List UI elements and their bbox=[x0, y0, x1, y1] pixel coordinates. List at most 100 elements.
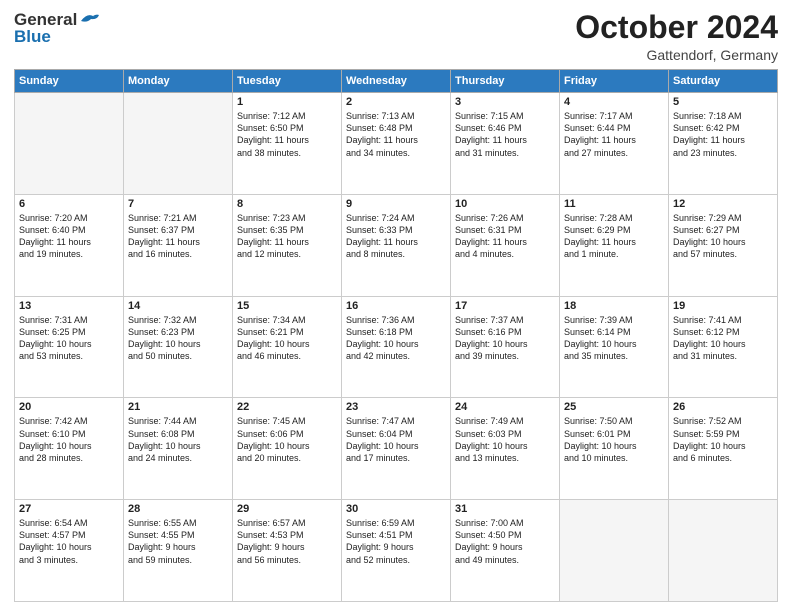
day-header-saturday: Saturday bbox=[669, 70, 778, 93]
day-number: 28 bbox=[128, 503, 228, 515]
day-number: 12 bbox=[673, 198, 773, 210]
logo: General Blue bbox=[14, 10, 101, 47]
day-number: 10 bbox=[455, 198, 555, 210]
cell-info: Sunrise: 6:57 AM Sunset: 4:53 PM Dayligh… bbox=[237, 517, 337, 566]
cell-info: Sunrise: 6:55 AM Sunset: 4:55 PM Dayligh… bbox=[128, 517, 228, 566]
day-number: 25 bbox=[564, 401, 664, 413]
calendar-cell: 31 Sunrise: 7:00 AM Sunset: 4:50 PM Dayli… bbox=[451, 500, 560, 602]
day-number: 31 bbox=[455, 503, 555, 515]
calendar-cell bbox=[669, 500, 778, 602]
day-number: 15 bbox=[237, 300, 337, 312]
day-number: 20 bbox=[19, 401, 119, 413]
day-header-tuesday: Tuesday bbox=[233, 70, 342, 93]
cell-info: Sunrise: 7:00 AM Sunset: 4:50 PM Dayligh… bbox=[455, 517, 555, 566]
day-header-thursday: Thursday bbox=[451, 70, 560, 93]
week-row-1: 1Sunrise: 7:12 AM Sunset: 6:50 PM Daylig… bbox=[15, 93, 778, 195]
cell-info: Sunrise: 7:23 AM Sunset: 6:35 PM Dayligh… bbox=[237, 212, 337, 261]
calendar-cell: 7 Sunrise: 7:21 AM Sunset: 6:37 PM Daylig… bbox=[124, 194, 233, 296]
day-number: 27 bbox=[19, 503, 119, 515]
calendar-header: SundayMondayTuesdayWednesdayThursdayFrid… bbox=[15, 70, 778, 93]
cell-info: Sunrise: 7:31 AM Sunset: 6:25 PM Dayligh… bbox=[19, 314, 119, 363]
cell-info: Sunrise: 6:54 AM Sunset: 4:57 PM Dayligh… bbox=[19, 517, 119, 566]
day-number: 5 bbox=[673, 96, 773, 108]
calendar-cell: 4 Sunrise: 7:17 AM Sunset: 6:44 PM Daylig… bbox=[560, 93, 669, 195]
cell-info: Sunrise: 7:42 AM Sunset: 6:10 PM Dayligh… bbox=[19, 415, 119, 464]
calendar-cell: 5Sunrise: 7:18 AM Sunset: 6:42 PM Daylig… bbox=[669, 93, 778, 195]
calendar-cell: 12 Sunrise: 7:29 AM Sunset: 6:27 PM Dayli… bbox=[669, 194, 778, 296]
cell-info: Sunrise: 7:29 AM Sunset: 6:27 PM Dayligh… bbox=[673, 212, 773, 261]
calendar-cell: 15 Sunrise: 7:34 AM Sunset: 6:21 PM Dayli… bbox=[233, 296, 342, 398]
day-number: 14 bbox=[128, 300, 228, 312]
cell-info: Sunrise: 7:17 AM Sunset: 6:44 PM Dayligh… bbox=[564, 110, 664, 159]
cell-info: Sunrise: 7:39 AM Sunset: 6:14 PM Dayligh… bbox=[564, 314, 664, 363]
day-number: 22 bbox=[237, 401, 337, 413]
day-number: 26 bbox=[673, 401, 773, 413]
day-header-wednesday: Wednesday bbox=[342, 70, 451, 93]
calendar-cell: 14Sunrise: 7:32 AM Sunset: 6:23 PM Dayli… bbox=[124, 296, 233, 398]
day-number: 23 bbox=[346, 401, 446, 413]
day-header-monday: Monday bbox=[124, 70, 233, 93]
calendar-cell: 24 Sunrise: 7:49 AM Sunset: 6:03 PM Dayli… bbox=[451, 398, 560, 500]
calendar-cell: 19 Sunrise: 7:41 AM Sunset: 6:12 PM Dayli… bbox=[669, 296, 778, 398]
calendar-cell: 23 Sunrise: 7:47 AM Sunset: 6:04 PM Dayli… bbox=[342, 398, 451, 500]
cell-info: Sunrise: 7:41 AM Sunset: 6:12 PM Dayligh… bbox=[673, 314, 773, 363]
day-number: 6 bbox=[19, 198, 119, 210]
calendar-cell: 17 Sunrise: 7:37 AM Sunset: 6:16 PM Dayli… bbox=[451, 296, 560, 398]
calendar-cell bbox=[560, 500, 669, 602]
cell-info: Sunrise: 7:20 AM Sunset: 6:40 PM Dayligh… bbox=[19, 212, 119, 261]
day-number: 1 bbox=[237, 96, 337, 108]
cell-info: Sunrise: 7:50 AM Sunset: 6:01 PM Dayligh… bbox=[564, 415, 664, 464]
days-of-week-row: SundayMondayTuesdayWednesdayThursdayFrid… bbox=[15, 70, 778, 93]
calendar-cell: 10 Sunrise: 7:26 AM Sunset: 6:31 PM Dayli… bbox=[451, 194, 560, 296]
calendar-body: 1Sunrise: 7:12 AM Sunset: 6:50 PM Daylig… bbox=[15, 93, 778, 602]
day-number: 9 bbox=[346, 198, 446, 210]
cell-info: Sunrise: 7:52 AM Sunset: 5:59 PM Dayligh… bbox=[673, 415, 773, 464]
cell-info: Sunrise: 7:45 AM Sunset: 6:06 PM Dayligh… bbox=[237, 415, 337, 464]
day-number: 30 bbox=[346, 503, 446, 515]
cell-info: Sunrise: 7:37 AM Sunset: 6:16 PM Dayligh… bbox=[455, 314, 555, 363]
day-number: 8 bbox=[237, 198, 337, 210]
day-number: 13 bbox=[19, 300, 119, 312]
calendar-cell: 2Sunrise: 7:13 AM Sunset: 6:48 PM Daylig… bbox=[342, 93, 451, 195]
day-header-friday: Friday bbox=[560, 70, 669, 93]
cell-info: Sunrise: 7:47 AM Sunset: 6:04 PM Dayligh… bbox=[346, 415, 446, 464]
day-number: 4 bbox=[564, 96, 664, 108]
calendar-cell: 16 Sunrise: 7:36 AM Sunset: 6:18 PM Dayli… bbox=[342, 296, 451, 398]
title-area: October 2024 Gattendorf, Germany bbox=[575, 10, 778, 63]
calendar-cell: 26 Sunrise: 7:52 AM Sunset: 5:59 PM Dayli… bbox=[669, 398, 778, 500]
day-number: 29 bbox=[237, 503, 337, 515]
cell-info: Sunrise: 7:26 AM Sunset: 6:31 PM Dayligh… bbox=[455, 212, 555, 261]
calendar-cell: 1Sunrise: 7:12 AM Sunset: 6:50 PM Daylig… bbox=[233, 93, 342, 195]
calendar-cell: 27 Sunrise: 6:54 AM Sunset: 4:57 PM Dayli… bbox=[15, 500, 124, 602]
cell-info: Sunrise: 7:34 AM Sunset: 6:21 PM Dayligh… bbox=[237, 314, 337, 363]
day-number: 16 bbox=[346, 300, 446, 312]
cell-info: Sunrise: 7:49 AM Sunset: 6:03 PM Dayligh… bbox=[455, 415, 555, 464]
page: General Blue October 2024 Gattendorf, Ge… bbox=[0, 0, 792, 612]
cell-info: Sunrise: 7:15 AM Sunset: 6:46 PM Dayligh… bbox=[455, 110, 555, 159]
day-number: 19 bbox=[673, 300, 773, 312]
cell-info: Sunrise: 7:28 AM Sunset: 6:29 PM Dayligh… bbox=[564, 212, 664, 261]
day-number: 24 bbox=[455, 401, 555, 413]
week-row-5: 27 Sunrise: 6:54 AM Sunset: 4:57 PM Dayli… bbox=[15, 500, 778, 602]
logo-bird-icon bbox=[79, 11, 101, 27]
calendar-cell bbox=[124, 93, 233, 195]
calendar-cell: 3Sunrise: 7:15 AM Sunset: 6:46 PM Daylig… bbox=[451, 93, 560, 195]
week-row-2: 6 Sunrise: 7:20 AM Sunset: 6:40 PM Daylig… bbox=[15, 194, 778, 296]
cell-info: Sunrise: 7:24 AM Sunset: 6:33 PM Dayligh… bbox=[346, 212, 446, 261]
calendar-cell: 11Sunrise: 7:28 AM Sunset: 6:29 PM Dayli… bbox=[560, 194, 669, 296]
cell-info: Sunrise: 7:44 AM Sunset: 6:08 PM Dayligh… bbox=[128, 415, 228, 464]
day-header-sunday: Sunday bbox=[15, 70, 124, 93]
calendar-table: SundayMondayTuesdayWednesdayThursdayFrid… bbox=[14, 69, 778, 602]
cell-info: Sunrise: 7:36 AM Sunset: 6:18 PM Dayligh… bbox=[346, 314, 446, 363]
day-number: 7 bbox=[128, 198, 228, 210]
week-row-3: 13 Sunrise: 7:31 AM Sunset: 6:25 PM Dayli… bbox=[15, 296, 778, 398]
cell-info: Sunrise: 7:21 AM Sunset: 6:37 PM Dayligh… bbox=[128, 212, 228, 261]
header: General Blue October 2024 Gattendorf, Ge… bbox=[14, 10, 778, 63]
day-number: 17 bbox=[455, 300, 555, 312]
logo-line2: Blue bbox=[14, 27, 51, 47]
month-title: October 2024 bbox=[575, 10, 778, 45]
calendar-cell: 20 Sunrise: 7:42 AM Sunset: 6:10 PM Dayli… bbox=[15, 398, 124, 500]
day-number: 2 bbox=[346, 96, 446, 108]
calendar-cell: 8 Sunrise: 7:23 AM Sunset: 6:35 PM Daylig… bbox=[233, 194, 342, 296]
calendar-cell: 22 Sunrise: 7:45 AM Sunset: 6:06 PM Dayli… bbox=[233, 398, 342, 500]
